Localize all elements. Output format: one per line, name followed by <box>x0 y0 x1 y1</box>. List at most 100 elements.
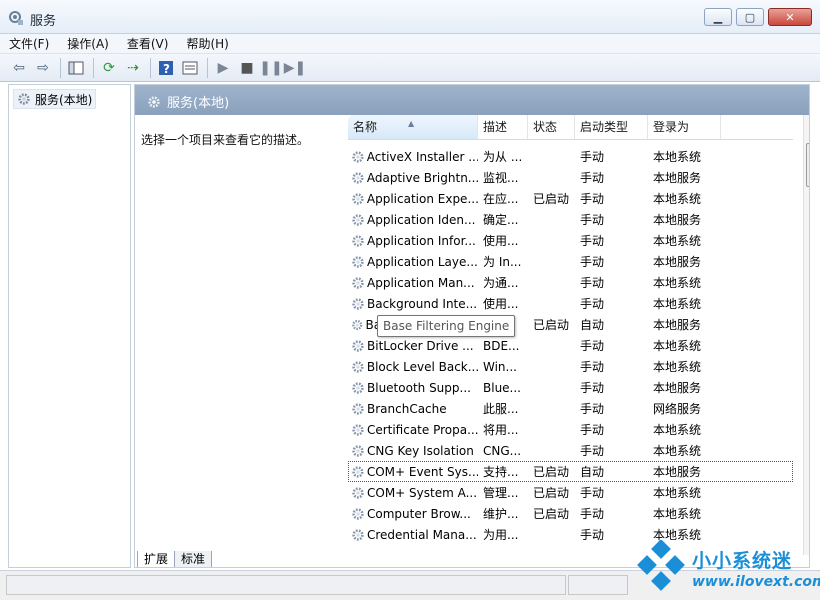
column-header-description[interactable]: 描述 <box>478 115 528 139</box>
column-header-startup-type[interactable]: 启动类型 <box>575 115 648 139</box>
stop-icon[interactable]: ■ <box>236 57 258 79</box>
table-row[interactable]: COM+ System A... 管理... 已启动 手动 本地系统 <box>348 482 793 503</box>
menu-help[interactable]: 帮助(H) <box>177 35 237 53</box>
table-row[interactable]: Computer Brow... 维护... 已启动 手动 本地系统 <box>348 503 793 524</box>
show-tree-icon[interactable] <box>65 57 87 79</box>
service-name: BranchCache <box>367 401 447 416</box>
gear-icon <box>352 339 364 352</box>
service-logon-cell: 本地系统 <box>653 150 702 164</box>
tab-standard[interactable]: 标准 <box>174 551 213 567</box>
column-header-log-on-as[interactable]: 登录为 <box>648 115 721 139</box>
menu-view[interactable]: 查看(V) <box>118 35 178 53</box>
tooltip: Base Filtering Engine <box>377 315 516 337</box>
service-logon-cell: 本地服务 <box>653 171 702 185</box>
service-name-cell: ActiveX Installer ... <box>348 150 478 164</box>
table-row[interactable]: Application Man... 为通... 手动 本地系统 <box>348 272 793 293</box>
service-logon-cell: 本地服务 <box>653 381 702 395</box>
table-row[interactable]: Block Level Back... Win... 手动 本地系统 <box>348 356 793 377</box>
service-name-cell: Application Expe... <box>348 192 478 206</box>
view-tabs: 扩展 标准 <box>137 551 213 567</box>
service-logon-cell: 本地系统 <box>653 276 702 290</box>
service-description-cell: 使用... <box>483 297 519 311</box>
service-status-cell: 已启动 <box>533 192 570 206</box>
service-description-cell: Win... <box>483 359 517 374</box>
table-row[interactable]: Application Laye... 为 In... 手动 本地服务 <box>348 251 793 272</box>
service-name-cell: CNG Key Isolation <box>348 444 478 458</box>
services-list: ▲ 名称 描述 状态 启动类型 登录为 ActiveX Installer ...… <box>348 115 809 555</box>
pause-icon[interactable]: ❚❚ <box>259 57 282 79</box>
pane-header: 服务(本地) <box>135 85 809 115</box>
console-tree: 服务(本地) <box>8 84 131 568</box>
column-header-status[interactable]: 状态 <box>528 115 575 139</box>
service-name-cell: Credential Mana... <box>348 528 478 542</box>
close-button[interactable]: ✕ <box>768 8 812 26</box>
close-icon: ✕ <box>785 10 795 24</box>
help-icon[interactable]: ? <box>155 57 177 79</box>
table-row[interactable]: CNG Key Isolation CNG... 手动 本地系统 <box>348 440 793 461</box>
services-app-icon <box>9 11 23 25</box>
column-header-name[interactable]: ▲ 名称 <box>348 115 478 139</box>
sort-ascending-icon: ▲ <box>408 119 415 128</box>
service-description-cell: 在应... <box>483 192 519 206</box>
status-cell <box>6 575 566 595</box>
service-logon-cell: 本地服务 <box>653 213 702 227</box>
toolbar-separator <box>60 57 61 78</box>
tab-extended[interactable]: 扩展 <box>137 551 176 567</box>
service-name: CNG Key Isolation <box>367 443 474 458</box>
service-name-cell: BranchCache <box>348 402 478 416</box>
service-status-cell: 已启动 <box>533 507 570 521</box>
back-icon[interactable]: ⇦ <box>8 57 30 79</box>
service-logon-cell: 本地系统 <box>653 360 702 374</box>
service-description-cell: 维护... <box>483 507 519 521</box>
tree-item-services-local[interactable]: 服务(本地) <box>13 89 97 109</box>
service-startup-cell: 自动 <box>580 318 605 332</box>
minimize-button[interactable]: ▁ <box>704 8 732 26</box>
table-row[interactable]: BitLocker Drive ... BDE... 手动 本地系统 <box>348 335 793 356</box>
service-name: Application Man... <box>367 275 475 290</box>
service-name: COM+ Event Sys... <box>366 464 478 479</box>
table-row[interactable]: Bluetooth Supp... Blue... 手动 本地服务 <box>348 377 793 398</box>
service-description-cell: CNG... <box>483 443 522 458</box>
service-logon-cell: 本地系统 <box>653 339 702 353</box>
gear-icon <box>352 528 364 541</box>
service-startup-cell: 手动 <box>580 507 605 521</box>
table-row[interactable]: Adaptive Brightn... 监视... 手动 本地服务 <box>348 167 793 188</box>
service-startup-cell: 手动 <box>580 150 605 164</box>
service-name: Certificate Propa... <box>366 422 478 437</box>
properties-icon[interactable] <box>179 57 201 79</box>
table-row[interactable]: Application Iden... 确定... 手动 本地服务 <box>348 209 793 230</box>
gear-icon <box>352 276 364 289</box>
maximize-button[interactable]: ▢ <box>736 8 764 26</box>
gear-icon <box>352 507 364 520</box>
service-status-cell: 已启动 <box>533 318 570 332</box>
service-name: Adaptive Brightn... <box>366 170 478 185</box>
table-row[interactable]: Application Infor... 使用... 手动 本地系统 <box>348 230 793 251</box>
service-name: Block Level Back... <box>366 359 478 374</box>
export-icon[interactable]: ⇢ <box>122 57 144 79</box>
table-row[interactable]: ActiveX Installer ... 为从 ... 手动 本地系统 <box>348 146 793 167</box>
menu-file[interactable]: 文件(F) <box>0 35 58 53</box>
forward-icon[interactable]: ⇨ <box>32 57 54 79</box>
list-header: ▲ 名称 描述 状态 启动类型 登录为 <box>348 115 793 140</box>
service-startup-cell: 手动 <box>580 276 605 290</box>
gear-icon <box>352 234 364 247</box>
table-row[interactable]: Background Inte... 使用... 手动 本地系统 <box>348 293 793 314</box>
scroll-up-icon[interactable]: ▲ <box>804 117 809 133</box>
menu-action[interactable]: 操作(A) <box>58 35 118 53</box>
service-name: Background Inte... <box>367 296 478 311</box>
table-row[interactable]: COM+ Event Sys... 支持... 已启动 自动 本地服务 <box>348 461 793 482</box>
service-status-cell: 已启动 <box>533 486 570 500</box>
table-row[interactable]: BranchCache 此服... 手动 网络服务 <box>348 398 793 419</box>
scroll-thumb[interactable] <box>806 143 809 187</box>
start-icon[interactable]: ▶ <box>212 57 234 79</box>
vertical-scrollbar[interactable]: ▲ ▼ <box>803 115 809 555</box>
refresh-icon[interactable]: ⟳ <box>98 57 120 79</box>
menu-bar: 文件(F) 操作(A) 查看(V) 帮助(H) <box>0 34 820 54</box>
title-bar: 服务 ▁ ▢ ✕ <box>0 0 820 34</box>
gear-icon <box>352 402 364 415</box>
table-row[interactable]: Application Expe... 在应... 已启动 手动 本地系统 <box>348 188 793 209</box>
service-description-cell: 确定... <box>483 213 519 227</box>
service-description-cell: 为通... <box>483 276 519 290</box>
table-row[interactable]: Certificate Propa... 将用... 手动 本地系统 <box>348 419 793 440</box>
restart-icon[interactable]: ▶❚ <box>284 57 307 79</box>
